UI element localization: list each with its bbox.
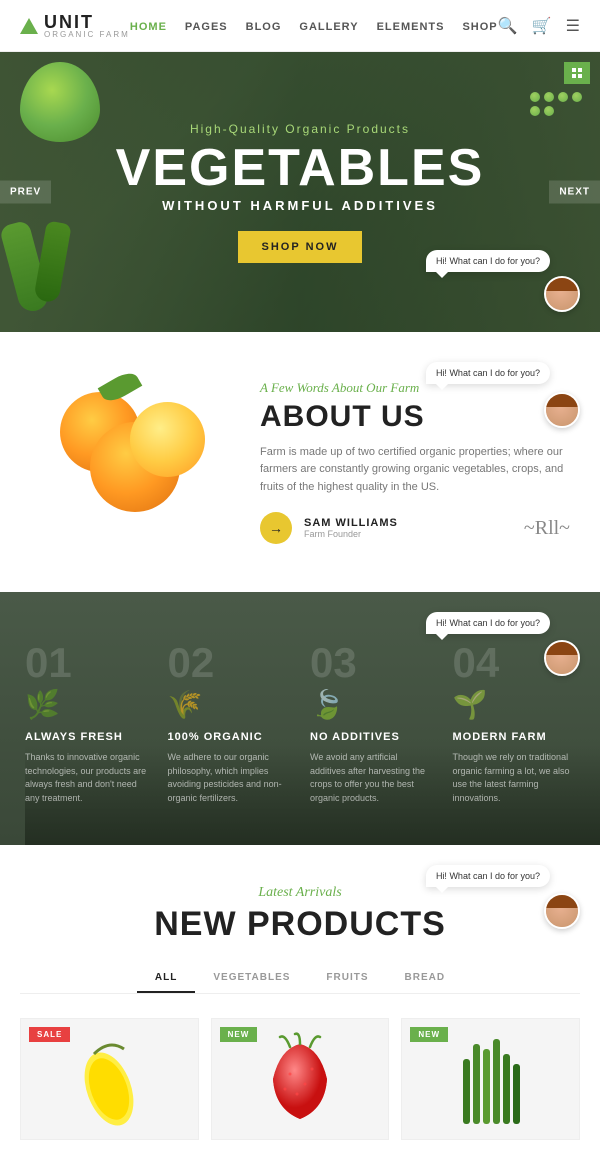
products-tag: Latest Arrivals (20, 885, 580, 901)
products-title: NEW PRODUCTS (20, 905, 580, 944)
feature-icon-2: 🌾 (168, 688, 291, 721)
feature-title-1: ALWAYS FRESH (25, 731, 148, 743)
feature-num-2: 02 (168, 642, 291, 684)
grid-view-icon[interactable] (564, 62, 590, 84)
nav-icons: 🔍 🛒 ☰ (498, 16, 580, 36)
products-tabs: ALL VEGETABLES FRUITS BREAD (20, 964, 580, 994)
feature-title-2: 100% ORGANIC (168, 731, 291, 743)
greens-illustration (451, 1029, 531, 1129)
hero-content: High-Quality Organic Products VEGETABLES… (116, 122, 485, 263)
hero-next-button[interactable]: next (549, 181, 600, 204)
banana-illustration (79, 1029, 139, 1129)
chat-bubble-about: Hi! What can I do for you? (426, 362, 550, 384)
tab-bread[interactable]: BREAD (387, 964, 464, 993)
tab-all[interactable]: ALL (137, 964, 195, 993)
feature-icon-3: 🍃 (310, 688, 433, 721)
chat-avatar-products[interactable] (544, 893, 580, 929)
chat-avatar-features[interactable] (544, 640, 580, 676)
chat-bubble-hero: Hi! What can I do for you? (426, 250, 550, 272)
logo-subtitle: ORGANIC FARM (44, 31, 130, 39)
about-content: A Few Words About Our Farm ABOUT US Farm… (260, 380, 570, 545)
products-section: Latest Arrivals NEW PRODUCTS ALL VEGETAB… (0, 845, 600, 1160)
author-role: Farm Founder (304, 529, 398, 539)
feature-text-3: We avoid any artificial additives after … (310, 751, 433, 805)
hero-prev-button[interactable]: prev (0, 181, 51, 204)
chat-avatar-about[interactable] (544, 392, 580, 428)
tab-vegetables[interactable]: VEGETABLES (195, 964, 308, 993)
feature-100-organic: 02 🌾 100% ORGANIC We adhere to our organ… (168, 642, 291, 805)
chat-avatar-hero[interactable] (544, 276, 580, 312)
feature-title-4: MODERN FARM (453, 731, 576, 743)
nav-home[interactable]: HOME (130, 21, 167, 33)
author-name: SAM WILLIAMS (304, 517, 398, 529)
apple-decoration (20, 62, 100, 142)
logo-icon (20, 18, 38, 34)
product-card-banana[interactable]: SALE (20, 1018, 199, 1140)
nav-gallery[interactable]: GALLERY (299, 21, 358, 33)
nav-elements[interactable]: ELEMENTS (377, 21, 445, 33)
nav-shop[interactable]: SHOP (462, 21, 497, 33)
product-badge-new-2: NEW (410, 1027, 448, 1042)
strawberry-illustration (265, 1029, 335, 1129)
about-title: ABOUT US (260, 400, 570, 434)
hero-desc: WITHOUT HARMFUL ADDITIVES (116, 198, 485, 213)
logo[interactable]: UNIT ORGANIC FARM (20, 13, 130, 39)
products-grid: SALE NEW (20, 1018, 580, 1140)
search-icon[interactable]: 🔍 (498, 16, 518, 36)
product-card-greens[interactable]: NEW (401, 1018, 580, 1140)
author-arrow-button[interactable]: → (260, 512, 292, 544)
menu-icon[interactable]: ☰ (566, 16, 580, 36)
product-card-strawberry[interactable]: NEW (211, 1018, 390, 1140)
nav-links: HOME PAGES BLOG GALLERY ELEMENTS SHOP (130, 17, 498, 35)
pepper2-decoration (33, 220, 72, 303)
hero-cta-button[interactable]: SHOP NOW (238, 231, 363, 263)
orange3 (130, 402, 205, 477)
navbar: UNIT ORGANIC FARM HOME PAGES BLOG GALLER… (0, 0, 600, 52)
hero-title: VEGETABLES (116, 142, 485, 194)
about-image (30, 372, 230, 552)
author-signature: ~Rll~ (524, 517, 570, 540)
feature-icon-4: 🌱 (453, 688, 576, 721)
about-text: Farm is made up of two certified organic… (260, 444, 570, 497)
feature-no-additives: 03 🍃 NO ADDITIVES We avoid any artificia… (310, 642, 433, 805)
feature-text-4: Though we rely on traditional organic fa… (453, 751, 576, 805)
hero-subtitle: High-Quality Organic Products (116, 122, 485, 136)
chat-bubble-features: Hi! What can I do for you? (426, 612, 550, 634)
nav-blog[interactable]: BLOG (246, 21, 282, 33)
chat-bubble-products: Hi! What can I do for you? (426, 865, 550, 887)
hero-section: prev next High-Quality Organic Products … (0, 52, 600, 332)
product-badge-sale: SALE (29, 1027, 70, 1042)
logo-name: UNIT (44, 13, 130, 31)
cart-icon[interactable]: 🛒 (532, 16, 552, 36)
feature-title-3: NO ADDITIVES (310, 731, 433, 743)
feature-num-3: 03 (310, 642, 433, 684)
about-section: A Few Words About Our Farm ABOUT US Farm… (0, 332, 600, 592)
tab-fruits[interactable]: FRUITS (308, 964, 386, 993)
feature-text-2: We adhere to our organic philosophy, whi… (168, 751, 291, 805)
about-author: → SAM WILLIAMS Farm Founder ~Rll~ (260, 512, 570, 544)
feature-icon-1: 🌿 (25, 688, 148, 721)
features-section: 01 🌿 ALWAYS FRESH Thanks to innovative o… (0, 592, 600, 845)
feature-num-1: 01 (25, 642, 148, 684)
feature-text-1: Thanks to innovative organic technologie… (25, 751, 148, 805)
feature-always-fresh: 01 🌿 ALWAYS FRESH Thanks to innovative o… (25, 642, 148, 805)
features-grid: 01 🌿 ALWAYS FRESH Thanks to innovative o… (25, 642, 575, 805)
peas-decoration (530, 92, 590, 116)
nav-pages[interactable]: PAGES (185, 21, 228, 33)
product-badge-new-1: NEW (220, 1027, 258, 1042)
